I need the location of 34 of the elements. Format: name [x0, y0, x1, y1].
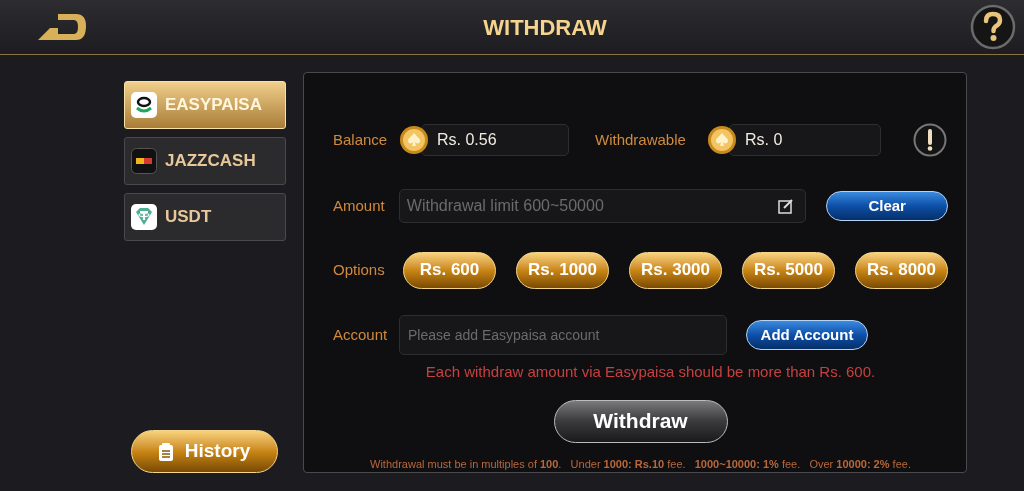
- field-label: Options: [333, 259, 386, 280]
- amount-option-button[interactable]: Rs. 5000: [742, 251, 835, 289]
- balance-field: Rs. 0.56: [421, 124, 569, 156]
- wallet-logo-icon: [131, 148, 157, 174]
- page-title: WITHDRAW: [483, 13, 607, 42]
- wallet-logo-icon: [131, 92, 157, 118]
- amount-field[interactable]: Withdrawal limit 600~50000: [398, 189, 807, 223]
- error-message: Each withdraw amount via Easypaisa should be more than Rs. 600.: [425, 362, 876, 382]
- payment-method-tab[interactable]: USDT: [124, 193, 286, 241]
- payment-method-tab[interactable]: JAZZCASH: [124, 137, 286, 185]
- exclamation-icon[interactable]: [913, 123, 947, 157]
- coin-icon: [707, 125, 737, 155]
- clipboard-icon: [158, 442, 173, 461]
- amount-option-button[interactable]: Rs. 8000: [855, 251, 948, 289]
- help-icon[interactable]: [970, 4, 1016, 50]
- add-account-button[interactable]: Add Account: [746, 320, 868, 350]
- history-button[interactable]: History: [131, 430, 278, 473]
- amount-option-button[interactable]: Rs. 3000: [629, 251, 722, 289]
- coin-icon: [399, 125, 429, 155]
- back-arrow-icon[interactable]: [36, 12, 88, 42]
- amount-option-button[interactable]: Rs. 1000: [516, 251, 609, 289]
- withdraw-button[interactable]: Withdraw: [553, 399, 728, 443]
- payment-method-tab[interactable]: EASYPAISA: [124, 81, 286, 129]
- field-label: Withdrawable: [595, 129, 687, 150]
- field-label: Amount: [333, 195, 386, 216]
- field-label: Balance: [333, 129, 389, 150]
- fee-note: Withdrawal must be in multiples of 100. Under 1000: Rs.10 fee. 1000~10000: 1% fee. Over 10000: 2% fee.: [370, 456, 911, 472]
- withdrawable-field: Rs. 0: [729, 124, 881, 156]
- edit-icon[interactable]: [778, 198, 795, 214]
- amount-option-button[interactable]: Rs. 600: [403, 251, 496, 289]
- clear-button[interactable]: Clear: [826, 191, 948, 221]
- account-field[interactable]: Please add Easypaisa account: [399, 315, 727, 355]
- tether-logo-icon: [131, 204, 157, 230]
- field-label: Account: [333, 324, 389, 345]
